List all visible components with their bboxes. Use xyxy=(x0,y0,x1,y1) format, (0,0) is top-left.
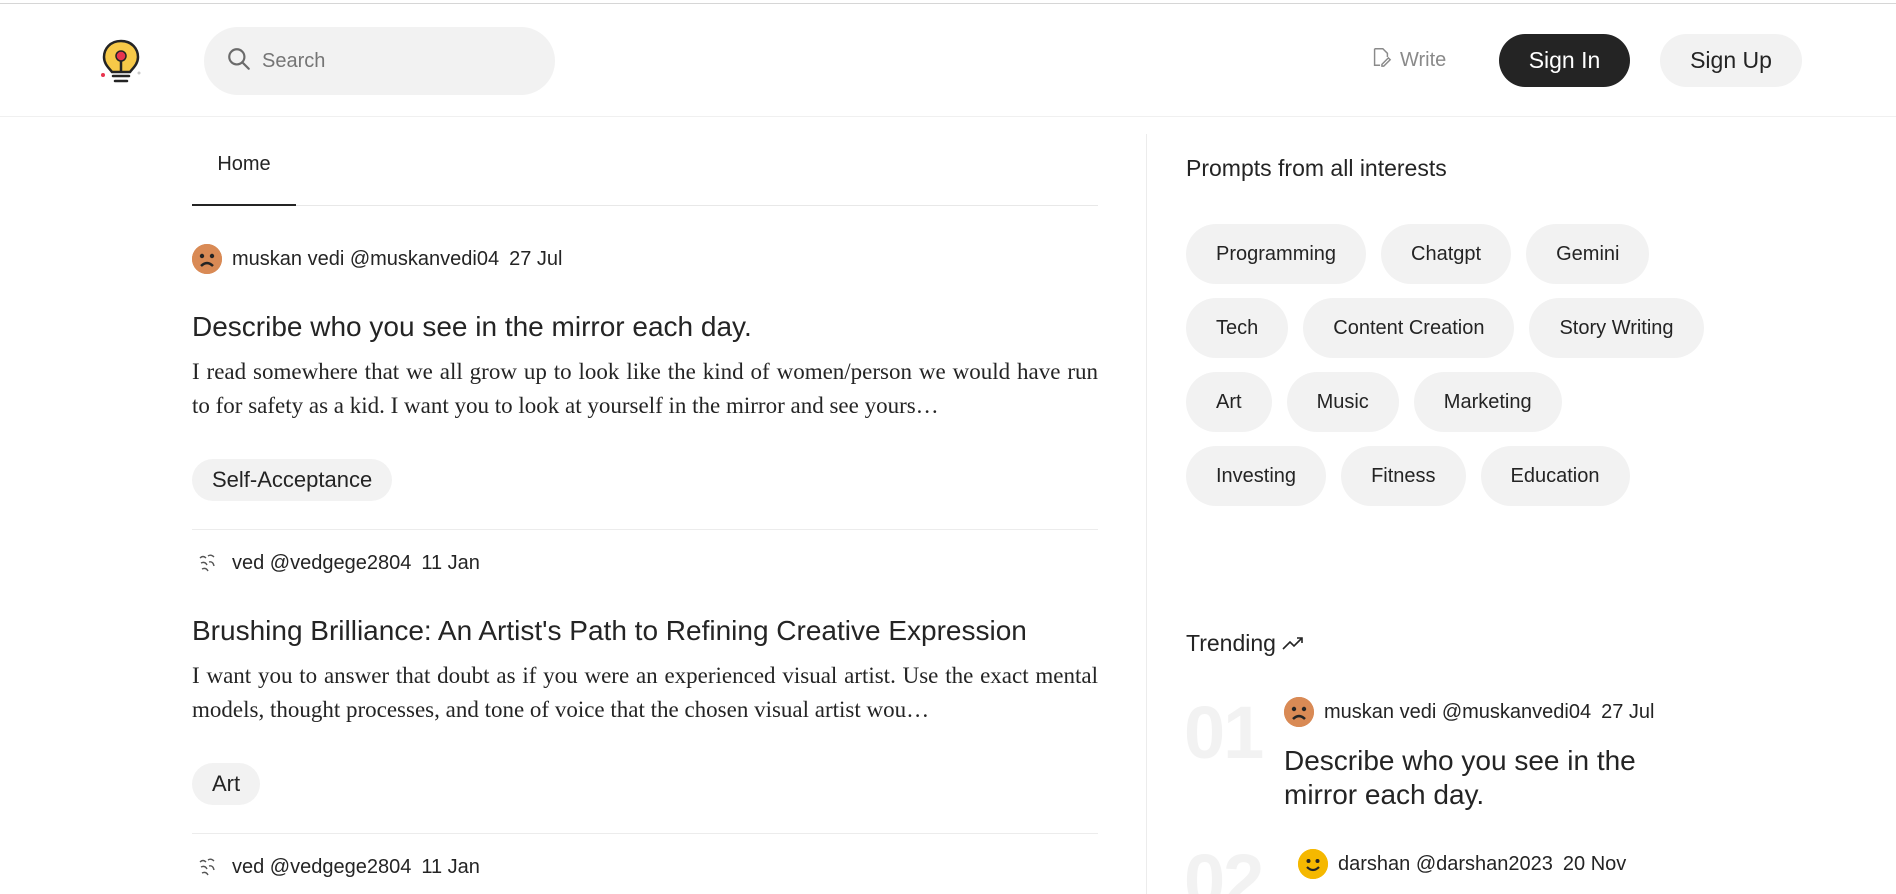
sign-up-button[interactable]: Sign Up xyxy=(1660,34,1802,87)
post-title[interactable]: Brushing Brilliance: An Artist's Path to… xyxy=(192,613,1098,649)
post-tag[interactable]: Self-Acceptance xyxy=(192,459,393,501)
trending-author[interactable]: muskan vedi @muskanvedi04 xyxy=(1324,701,1591,724)
interest-chip-music[interactable]: Music xyxy=(1286,372,1399,432)
post-date: 27 Jul xyxy=(509,247,563,270)
interest-chip-tech[interactable]: Tech xyxy=(1186,298,1289,358)
interest-chip-chatgpt[interactable]: Chatgpt xyxy=(1381,224,1512,284)
trending-rank-number: 01 xyxy=(1184,691,1264,774)
tab-home[interactable]: Home xyxy=(192,134,296,206)
interest-chip-fitness[interactable]: Fitness xyxy=(1341,446,1466,506)
write-icon xyxy=(1370,46,1400,74)
post-excerpt[interactable]: I read somewhere that we all grow up to … xyxy=(192,355,1098,423)
post-date: 11 Jan xyxy=(421,855,480,878)
write-label: Write xyxy=(1400,48,1447,71)
post-meta: ved @vedgege2804 11 Jan xyxy=(192,547,1098,579)
interest-chip-art[interactable]: Art xyxy=(1186,372,1272,432)
trending-label: Trending xyxy=(1186,630,1276,656)
post-card[interactable]: ved @vedgege2804 11 Jan xyxy=(192,851,1098,883)
trending-arrow-icon xyxy=(1276,630,1304,657)
column-divider xyxy=(1146,134,1147,894)
trending-item[interactable]: darshan @darshan2023 20 Nov xyxy=(1298,848,1626,880)
trending-author[interactable]: darshan @darshan2023 xyxy=(1338,853,1553,876)
search-bar[interactable] xyxy=(204,27,555,95)
post-title[interactable]: Describe who you see in the mirror each … xyxy=(192,309,1098,345)
trending-rank-number: 02 xyxy=(1184,839,1264,894)
search-input[interactable] xyxy=(262,49,522,73)
post-author[interactable]: ved @vedgege2804 xyxy=(232,552,411,575)
trending-section-title: Trending xyxy=(1186,630,1304,657)
write-button[interactable]: Write xyxy=(1370,46,1446,74)
interest-chip-education[interactable]: Education xyxy=(1480,446,1630,506)
interest-chip-story-writing[interactable]: Story Writing xyxy=(1529,298,1704,358)
trending-meta: muskan vedi @muskanvedi04 27 Jul xyxy=(1284,696,1704,728)
top-header: Write Sign In Sign Up xyxy=(0,4,1896,117)
avatar[interactable] xyxy=(192,244,222,274)
post-author[interactable]: ved @vedgege2804 xyxy=(232,856,411,879)
trending-date: 27 Jul xyxy=(1601,700,1655,723)
post-card[interactable]: ved @vedgege2804 11 Jan Brushing Brillia… xyxy=(192,547,1098,805)
lightbulb-logo-icon[interactable] xyxy=(100,38,142,86)
feed-tabs: Home xyxy=(192,134,1098,206)
trending-item[interactable]: muskan vedi @muskanvedi04 27 Jul Describ… xyxy=(1284,696,1704,812)
search-icon xyxy=(226,46,252,77)
post-meta: ved @vedgege2804 11 Jan xyxy=(192,851,1098,883)
sign-in-button[interactable]: Sign In xyxy=(1499,34,1630,87)
avatar[interactable] xyxy=(192,548,222,578)
interest-chip-investing[interactable]: Investing xyxy=(1186,446,1327,506)
interest-chip-gemini[interactable]: Gemini xyxy=(1526,224,1650,284)
post-separator xyxy=(192,529,1098,530)
avatar[interactable] xyxy=(1284,697,1314,727)
post-tag[interactable]: Art xyxy=(192,763,261,805)
prompts-section-title: Prompts from all interests xyxy=(1186,155,1447,181)
post-card[interactable]: muskan vedi @muskanvedi04 27 Jul Describ… xyxy=(192,243,1098,501)
post-meta: muskan vedi @muskanvedi04 27 Jul xyxy=(192,243,1098,275)
trending-date: 20 Nov xyxy=(1562,852,1627,875)
post-author[interactable]: muskan vedi @muskanvedi04 xyxy=(232,248,499,271)
post-date: 11 Jan xyxy=(421,551,480,574)
trending-title[interactable]: Describe who you see in the mirror each … xyxy=(1284,744,1704,812)
post-excerpt[interactable]: I want you to answer that doubt as if yo… xyxy=(192,659,1098,727)
interest-chip-content-creation[interactable]: Content Creation xyxy=(1303,298,1515,358)
avatar[interactable] xyxy=(192,852,222,882)
post-separator xyxy=(192,833,1098,834)
interest-chip-programming[interactable]: Programming xyxy=(1186,224,1367,284)
trending-meta: darshan @darshan2023 20 Nov xyxy=(1298,848,1626,880)
avatar[interactable] xyxy=(1298,849,1328,879)
interest-chips: Programming Chatgpt Gemini Tech Content … xyxy=(1186,224,1706,506)
interest-chip-marketing[interactable]: Marketing xyxy=(1413,372,1562,432)
